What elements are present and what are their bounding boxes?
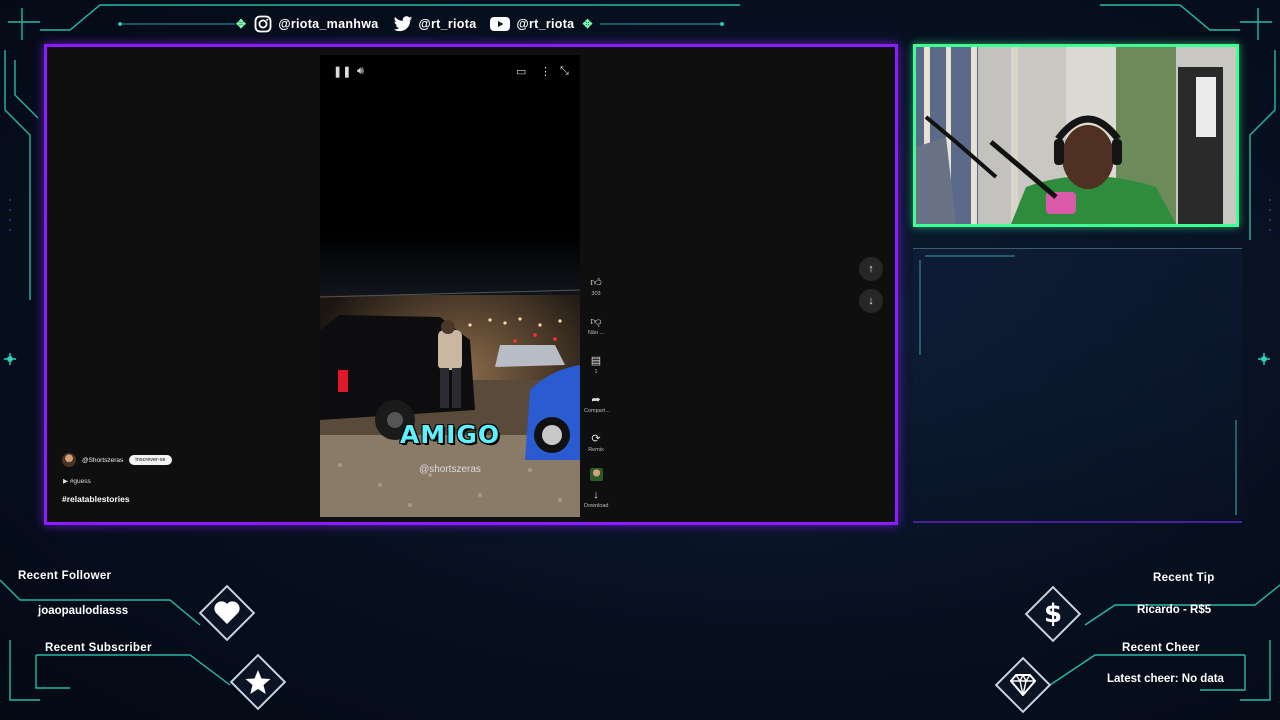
recent-follower-value: joaopaulodiasss xyxy=(38,605,129,617)
download-button[interactable]: ↓ Download xyxy=(584,488,608,510)
twitter-handle[interactable]: @rt_riota xyxy=(393,15,477,33)
share-label: Compart... xyxy=(584,408,610,414)
download-label: Download xyxy=(584,503,609,509)
shorts-video-player[interactable]: ❚❚ 🔊︎ ▭ ⋮ ⤡ AMIGO @shortszeras xyxy=(320,55,580,517)
gem-icon xyxy=(1003,665,1043,705)
comments-button[interactable]: ▤ 1 xyxy=(584,354,608,376)
social-bar: ✥ @riota_manhwa @rt_riota @rt_riota ✥ xyxy=(236,12,593,36)
play-icon: ▶ xyxy=(63,478,68,485)
video-tag-line[interactable]: ▶ #guess xyxy=(63,477,91,485)
video-hashtag[interactable]: #relatablestories xyxy=(62,494,130,504)
dislike-button[interactable]: 👎︎ Não ... xyxy=(584,315,608,337)
youtube-handle-text: @rt_riota xyxy=(516,17,575,31)
twitter-icon xyxy=(393,15,412,31)
remix-button[interactable]: ⟳ Remix xyxy=(584,432,608,454)
thumbs-up-icon: 👍︎ xyxy=(590,277,602,289)
instagram-handle[interactable]: @riota_manhwa xyxy=(254,15,378,33)
alerts-panel xyxy=(913,248,1242,523)
webcam-frame xyxy=(913,44,1239,227)
download-icon: ↓ xyxy=(593,489,599,501)
heart-icon xyxy=(207,593,247,633)
sound-avatar xyxy=(589,468,603,481)
recent-cheer-title: Recent Cheer xyxy=(1122,642,1200,654)
channel-avatar[interactable] xyxy=(62,453,76,467)
comment-icon: ▤ xyxy=(590,355,602,367)
dollar-icon: $ xyxy=(1043,599,1063,629)
channel-name[interactable]: @Shortszeras xyxy=(82,457,123,464)
video-caption: AMIGO xyxy=(399,420,501,449)
next-short-button[interactable]: ↓ xyxy=(859,289,883,313)
separator-icon: ✥ xyxy=(582,17,593,31)
captions-icon[interactable]: ▭ xyxy=(516,65,526,78)
remix-label: Remix xyxy=(588,447,604,453)
volume-icon[interactable]: 🔊︎ xyxy=(357,65,364,78)
recent-cheer-value: Latest cheer: No data xyxy=(1107,673,1224,685)
recent-subscriber-title: Recent Subscriber xyxy=(45,642,152,654)
recent-follower-title: Recent Follower xyxy=(18,570,112,582)
channel-info: @Shortszeras Inscrever-se xyxy=(62,453,172,467)
thumbs-down-icon: 👎︎ xyxy=(590,316,602,328)
previous-short-button[interactable]: ↑ xyxy=(859,257,883,281)
arrow-up-icon: ↑ xyxy=(868,263,874,275)
star-icon xyxy=(238,662,278,702)
arrow-down-icon: ↓ xyxy=(868,295,874,307)
share-icon: ➦ xyxy=(591,394,601,406)
youtube-icon xyxy=(490,17,511,31)
recent-tip-value: Ricardo - R$5 xyxy=(1137,604,1212,616)
instagram-handle-text: @riota_manhwa xyxy=(278,17,379,31)
subscribe-button[interactable]: Inscrever-se xyxy=(129,455,172,465)
dislike-label: Não ... xyxy=(587,330,605,336)
collapse-icon[interactable]: ⤡ xyxy=(560,65,569,78)
video-tag-text: #guess xyxy=(69,478,91,485)
share-button[interactable]: ➦ Compart... xyxy=(584,393,610,415)
instagram-icon xyxy=(254,15,272,33)
separator-icon: ✥ xyxy=(236,17,247,31)
recent-tip-title: Recent Tip xyxy=(1153,572,1215,584)
twitter-handle-text: @rt_riota xyxy=(418,17,477,31)
like-count: 303 xyxy=(591,291,601,297)
like-button[interactable]: 👍︎ 303 xyxy=(584,276,608,298)
youtube-handle[interactable]: @rt_riota xyxy=(490,17,574,31)
comment-count: 1 xyxy=(594,369,598,375)
video-watermark: @shortszeras xyxy=(419,464,481,475)
remix-icon: ⟳ xyxy=(591,433,601,445)
pause-icon[interactable]: ❚❚ xyxy=(333,65,351,78)
webcam-feed xyxy=(916,47,1236,224)
sound-source-button[interactable] xyxy=(584,468,608,481)
more-options-icon[interactable]: ⋮ xyxy=(540,65,551,78)
